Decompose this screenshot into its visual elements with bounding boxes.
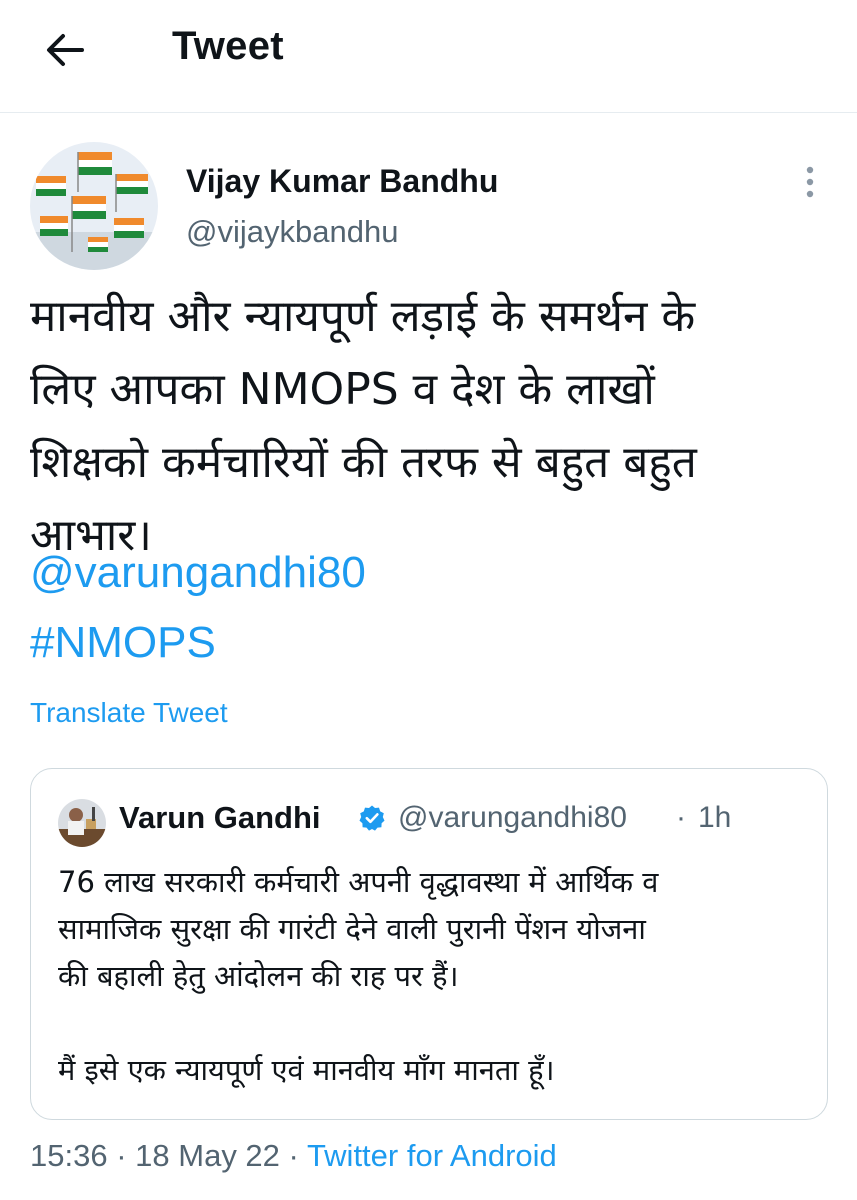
separator-dot: ·	[116, 1138, 127, 1173]
more-vertical-icon[interactable]	[796, 160, 824, 204]
tweet-meta: 15:36 · 18 May 22 · Twitter for Android	[30, 1138, 557, 1174]
author-name[interactable]: Vijay Kumar Bandhu	[186, 163, 498, 200]
arrow-left-icon[interactable]	[40, 26, 88, 74]
tweet-source-link[interactable]: Twitter for Android	[307, 1138, 557, 1173]
quoted-tweet-card[interactable]: Varun Gandhi @varungandhi80 · 1h 76 लाख …	[30, 768, 828, 1120]
author-handle[interactable]: @vijaykbandhu	[186, 214, 398, 250]
top-bar: Tweet	[0, 0, 857, 113]
tweet-date: 18 May 22	[135, 1138, 280, 1173]
tweet-text: मानवीय और न्यायपूर्ण लड़ाई के समर्थन के …	[30, 291, 697, 561]
page-title: Tweet	[172, 24, 284, 68]
quote-avatar	[58, 799, 106, 847]
avatar[interactable]	[30, 142, 158, 270]
verified-badge-icon	[359, 805, 385, 831]
separator-dot: ·	[288, 1138, 299, 1173]
mention-link[interactable]: @varungandhi80	[30, 548, 366, 598]
tweet-time: 15:36	[30, 1138, 108, 1173]
translate-tweet-link[interactable]: Translate Tweet	[30, 697, 228, 729]
quote-author-name: Varun Gandhi	[119, 800, 321, 835]
quote-author-handle: @varungandhi80	[398, 801, 627, 834]
quote-text: 76 लाख सरकारी कर्मचारी अपनी वृद्धावस्था …	[58, 865, 659, 1087]
separator-dot: ·	[676, 801, 686, 834]
quote-timestamp: 1h	[698, 801, 732, 834]
hashtag-link[interactable]: #NMOPS	[30, 618, 216, 668]
